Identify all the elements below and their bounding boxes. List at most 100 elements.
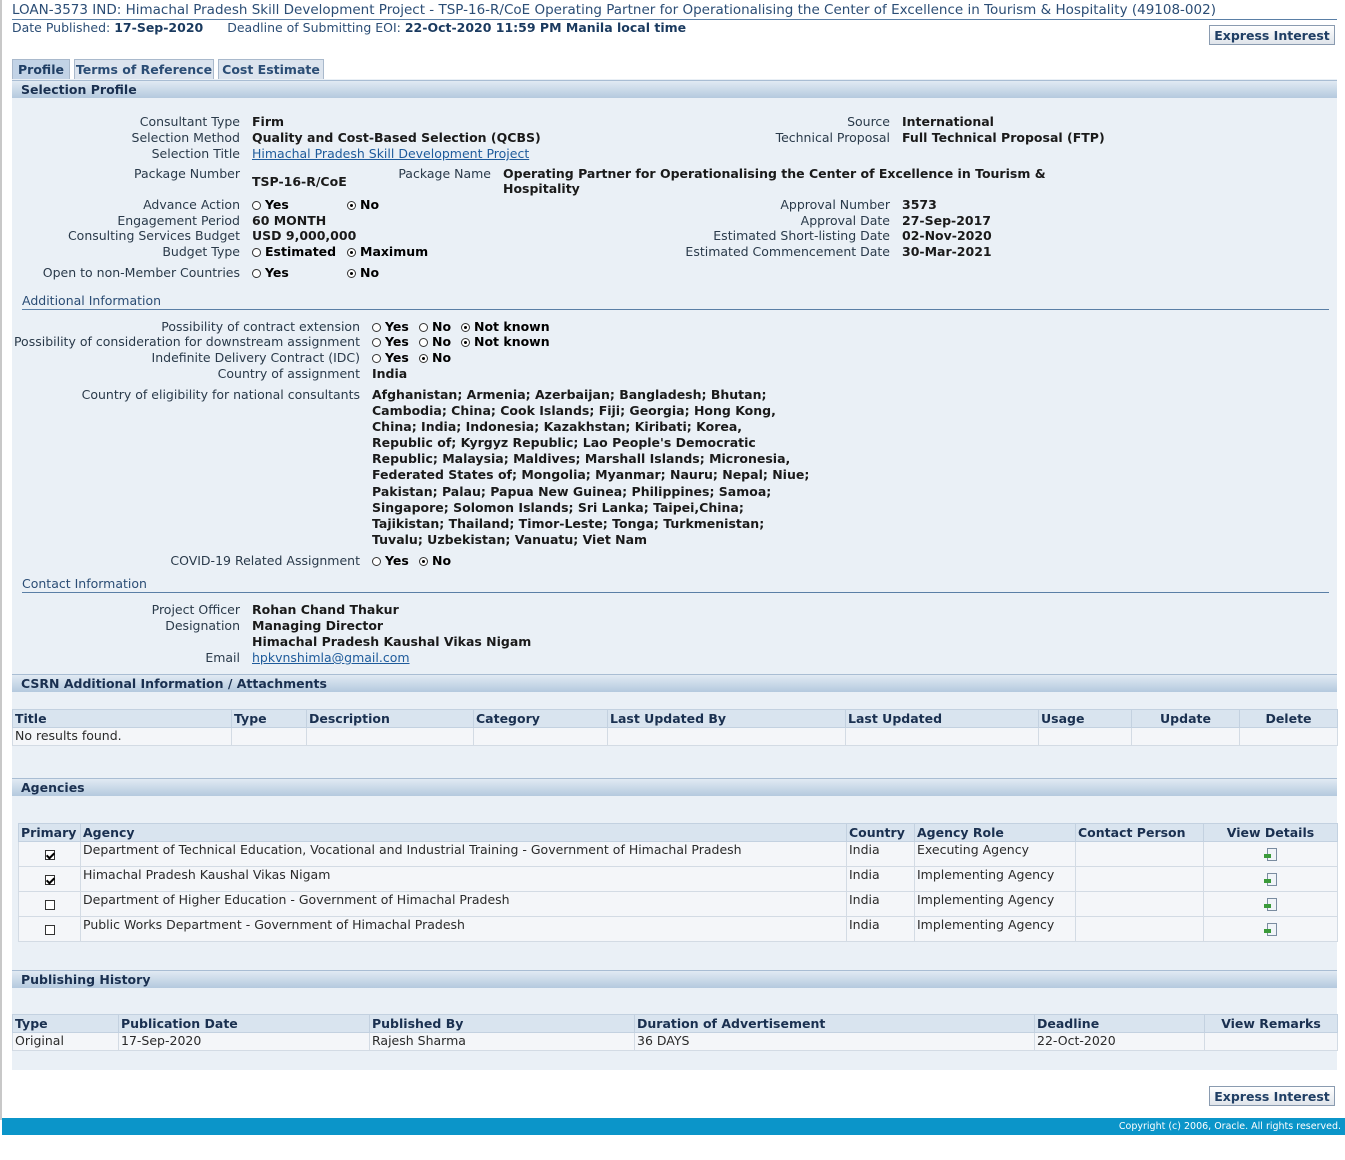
downstream-yes[interactable]: Yes: [372, 334, 409, 349]
agency-contact: [1075, 841, 1204, 867]
radio-icon[interactable]: [252, 201, 261, 210]
view-details-cell: [1203, 916, 1338, 942]
view-details-icon[interactable]: [1263, 897, 1278, 912]
downstream-not-known[interactable]: Not known: [461, 334, 550, 349]
technical-proposal-label: Technical Proposal: [775, 130, 890, 145]
radio-icon[interactable]: [372, 557, 381, 566]
view-details-icon[interactable]: [1263, 847, 1278, 862]
table-row: No results found.: [12, 727, 1338, 746]
radio-icon[interactable]: [252, 269, 261, 278]
col-category[interactable]: Category: [473, 709, 608, 728]
advance-action-label: Advance Action: [143, 197, 240, 212]
col-description[interactable]: Description: [306, 709, 474, 728]
eligibility-line: China; India; Indonesia; Kazakhstan; Kir…: [372, 419, 743, 434]
eligibility-line: Tuvalu; Uzbekistan; Vanuatu; Viet Nam: [372, 532, 648, 547]
radio-icon[interactable]: [372, 354, 381, 363]
radio-icon[interactable]: [419, 354, 428, 363]
agencies-table: Primary Agency Country Agency Role Conta…: [18, 823, 1338, 942]
col-country: Country: [846, 823, 915, 842]
technical-proposal-value: Full Technical Proposal (FTP): [902, 130, 1105, 145]
col-title[interactable]: Title: [12, 709, 232, 728]
agency-country: India: [846, 841, 915, 867]
tab-cost-estimate[interactable]: Cost Estimate: [218, 59, 324, 79]
eligibility-line: Afghanistan; Armenia; Azerbaijan; Bangla…: [372, 387, 767, 402]
extension-no[interactable]: No: [419, 319, 451, 334]
publishing-history-table: Type Publication Date Published By Durat…: [12, 1014, 1338, 1051]
package-name-label: Package Name: [398, 166, 491, 181]
radio-icon[interactable]: [419, 557, 428, 566]
radio-icon[interactable]: [461, 338, 470, 347]
col-usage[interactable]: Usage: [1038, 709, 1132, 728]
radio-icon[interactable]: [347, 201, 356, 210]
idc-yes[interactable]: Yes: [372, 350, 409, 365]
selection-title-link[interactable]: Himachal Pradesh Skill Development Proje…: [252, 146, 529, 161]
checkbox-icon[interactable]: [44, 900, 55, 910]
downstream-no[interactable]: No: [419, 334, 451, 349]
consultant-type-label: Consultant Type: [139, 114, 240, 129]
extension-not-known[interactable]: Not known: [461, 319, 550, 334]
advance-action-yes[interactable]: Yes: [252, 197, 289, 212]
covid-label: COVID-19 Related Assignment: [170, 553, 360, 568]
radio-icon[interactable]: [419, 338, 428, 347]
email-link[interactable]: hpkvnshimla@gmail.com: [252, 650, 410, 665]
extension-yes[interactable]: Yes: [372, 319, 409, 334]
checkbox-icon[interactable]: [44, 850, 55, 860]
covid-yes[interactable]: Yes: [372, 553, 409, 568]
publishing-history-header: Publishing History: [12, 970, 1337, 988]
col-view-remarks: View Remarks: [1204, 1014, 1338, 1033]
budget-type-estimated[interactable]: Estimated: [252, 244, 336, 259]
radio-icon[interactable]: [419, 323, 428, 332]
view-details-cell: [1203, 866, 1338, 892]
col-type[interactable]: Type: [231, 709, 307, 728]
col-last-updated-by[interactable]: Last Updated By: [607, 709, 846, 728]
idc-no[interactable]: No: [419, 350, 451, 365]
pub-by: Rajesh Sharma: [369, 1032, 635, 1051]
selection-title-label: Selection Title: [151, 146, 240, 161]
tab-terms-of-reference[interactable]: Terms of Reference: [74, 59, 214, 79]
open-nonmember-no[interactable]: No: [347, 265, 379, 280]
agency-contact: [1075, 916, 1204, 942]
view-details-icon[interactable]: [1263, 922, 1278, 937]
view-details-cell: [1203, 891, 1338, 917]
view-details-icon[interactable]: [1263, 872, 1278, 887]
primary-cell: [18, 841, 81, 867]
consulting-budget-label: Consulting Services Budget: [67, 228, 240, 243]
project-officer-value: Rohan Chand Thakur: [252, 602, 399, 617]
radio-icon[interactable]: [347, 248, 356, 257]
covid-no[interactable]: No: [419, 553, 451, 568]
attachments-table: Title Type Description Category Last Upd…: [12, 709, 1338, 746]
radio-icon[interactable]: [372, 323, 381, 332]
package-name-line2: Hospitality: [503, 181, 580, 196]
primary-cell: [18, 866, 81, 892]
designation-label: Designation: [165, 618, 240, 633]
agency-name: Department of Higher Education - Governm…: [80, 891, 847, 917]
organization-value: Himachal Pradesh Kaushal Vikas Nigam: [252, 634, 532, 649]
deadline-label: Deadline of Submitting EOI:: [227, 20, 401, 35]
checkbox-icon[interactable]: [44, 875, 55, 885]
approval-date-value: 27-Sep-2017: [902, 213, 991, 228]
radio-icon[interactable]: [461, 323, 470, 332]
col-view-details: View Details: [1203, 823, 1338, 842]
radio-icon[interactable]: [252, 248, 261, 257]
agency-role: Implementing Agency: [914, 891, 1076, 917]
checkbox-icon[interactable]: [44, 925, 55, 935]
express-interest-button-bottom[interactable]: Express Interest: [1209, 1086, 1335, 1106]
advance-action-no[interactable]: No: [347, 197, 379, 212]
pub-remarks: [1204, 1032, 1338, 1051]
open-nonmember-yes[interactable]: Yes: [252, 265, 289, 280]
budget-type-maximum[interactable]: Maximum: [347, 244, 428, 259]
pub-date: 17-Sep-2020: [118, 1032, 370, 1051]
radio-icon[interactable]: [372, 338, 381, 347]
no-results-text: No results found.: [12, 727, 232, 746]
tab-profile[interactable]: Profile: [12, 59, 70, 79]
agency-role: Executing Agency: [914, 841, 1076, 867]
col-last-updated[interactable]: Last Updated: [845, 709, 1039, 728]
express-interest-button-top[interactable]: Express Interest: [1209, 25, 1335, 45]
shortlisting-date-label: Estimated Short-listing Date: [713, 228, 890, 243]
budget-type-label: Budget Type: [162, 244, 240, 259]
source-label: Source: [847, 114, 890, 129]
radio-icon[interactable]: [347, 269, 356, 278]
pub-duration: 36 DAYS: [634, 1032, 1035, 1051]
downstream-label: Possibility of consideration for downstr…: [13, 334, 360, 349]
approval-number-label: Approval Number: [780, 197, 890, 212]
